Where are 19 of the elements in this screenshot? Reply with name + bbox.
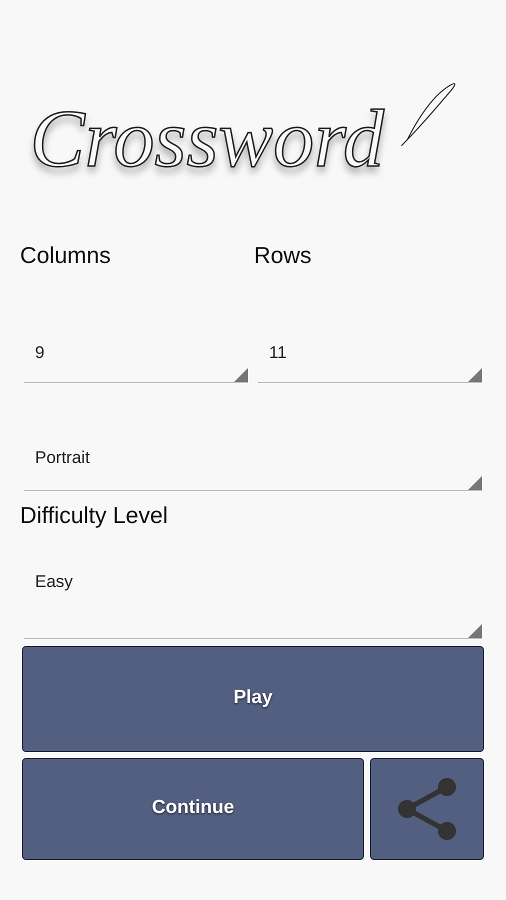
share-button[interactable] <box>370 758 484 860</box>
dropdown[interactable]: Portrait <box>24 424 482 490</box>
dropdown-arrow-icon <box>468 624 482 638</box>
dropdown[interactable]: 9 <box>24 320 248 382</box>
dropdown-value: Easy <box>35 570 73 592</box>
rows-label: Rows <box>254 241 312 270</box>
dropdown-value: Portrait <box>35 446 90 468</box>
share-icon <box>395 776 459 840</box>
dropdown-arrow-icon <box>468 476 482 490</box>
play-button[interactable]: Play <box>22 646 484 752</box>
columns-label: Columns <box>20 241 112 270</box>
dropdown[interactable]: 11 <box>258 320 482 382</box>
dropdown-value: 9 <box>35 342 44 364</box>
dropdown[interactable]: Easy <box>24 548 482 638</box>
difficulty-label: Difficulty Level <box>19 500 169 528</box>
dropdown-value: 11 <box>269 342 287 364</box>
continue-button[interactable]: Continue <box>22 758 364 860</box>
dropdown-arrow-icon <box>234 368 248 382</box>
dropdown-arrow-icon <box>468 368 482 382</box>
